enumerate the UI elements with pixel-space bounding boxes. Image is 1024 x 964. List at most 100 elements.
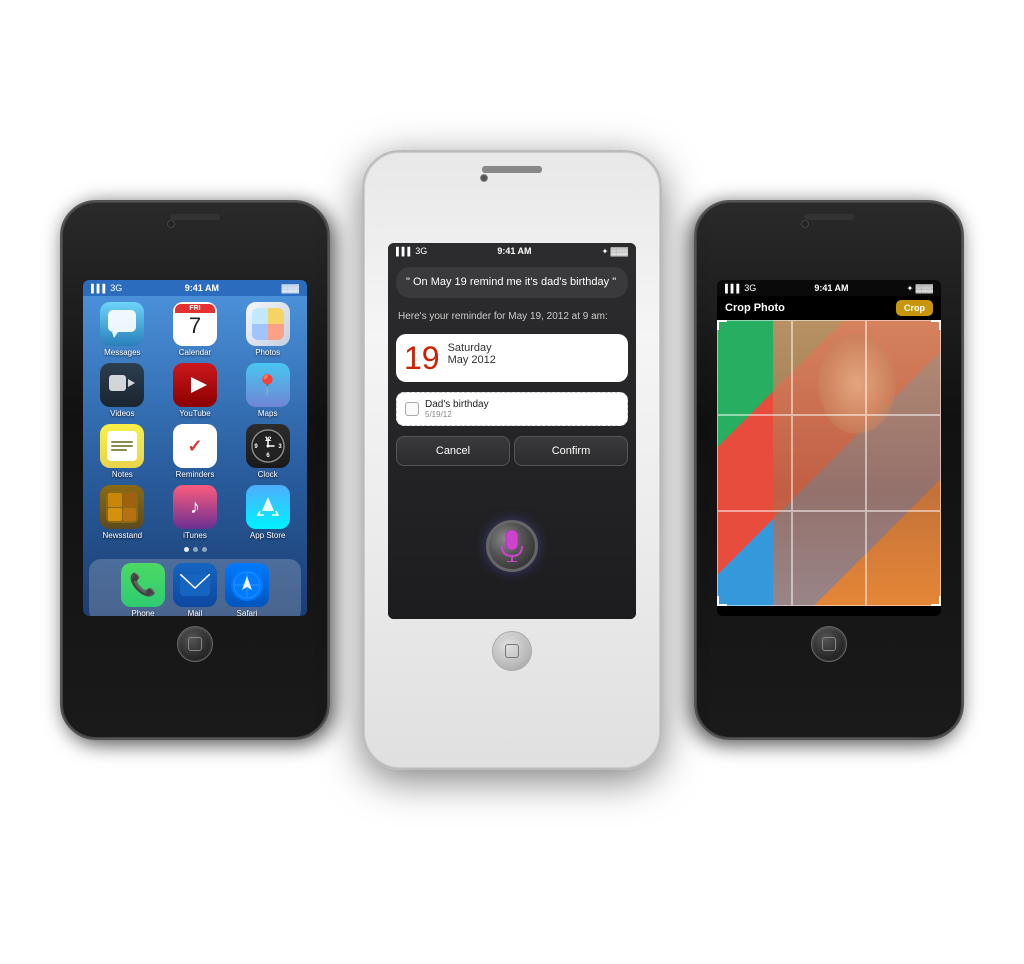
messages-icon: [100, 302, 144, 346]
safari-icon: [225, 563, 269, 607]
app-grid-row4: Newsstand ♪ iTunes: [85, 481, 305, 544]
home-button-center[interactable]: [492, 631, 532, 671]
phone-center: ▌▌▌ 3G 9:41 AM ✦ ▓▓▓ " On May 19 remind …: [362, 150, 662, 770]
dock-phone[interactable]: 📞 Phone: [121, 563, 165, 616]
screen-right: ▌▌▌ 3G 9:41 AM ✦ ▓▓▓ Crop Photo Crop: [717, 280, 941, 616]
status-bar-right: ▌▌▌ 3G 9:41 AM ✦ ▓▓▓: [717, 280, 941, 296]
crop-handle-bl[interactable]: [717, 596, 727, 606]
app-reminders[interactable]: ✓ Reminders: [162, 424, 229, 479]
app-clock[interactable]: 12 3 6 9 Clock: [234, 424, 301, 479]
battery-right: ✦ ▓▓▓: [907, 284, 933, 293]
reminder-date-short: 5/19/12: [425, 410, 489, 419]
page-dot-2: [193, 547, 198, 552]
dock-mail[interactable]: Mail: [173, 563, 217, 616]
app-appstore[interactable]: App Store: [234, 485, 301, 540]
app-newsstand[interactable]: Newsstand: [89, 485, 156, 540]
phone-right: ▌▌▌ 3G 9:41 AM ✦ ▓▓▓ Crop Photo Crop: [694, 200, 964, 740]
camera-center: [480, 174, 488, 182]
siri-screen: " On May 19 remind me it's dad's birthda…: [388, 259, 636, 619]
signal-left: ▌▌▌ 3G: [91, 283, 122, 293]
reminder-item: Dad's birthday 5/19/12: [396, 392, 628, 426]
phone-icon: 📞: [121, 563, 165, 607]
siri-user-bubble: " On May 19 remind me it's dad's birthda…: [396, 267, 628, 298]
confirm-button[interactable]: Confirm: [514, 436, 628, 466]
page-dots: [85, 544, 305, 555]
page-dot-3: [202, 547, 207, 552]
app-maps[interactable]: 📍 Maps: [234, 363, 301, 418]
app-itunes[interactable]: ♪ iTunes: [162, 485, 229, 540]
calendar-icon: FRI 7: [173, 302, 217, 346]
crop-handle-br[interactable]: [931, 596, 941, 606]
page-dot-1: [184, 547, 189, 552]
app-grid: Messages FRI 7 Calendar Photos: [85, 298, 305, 483]
siri-action-buttons: Cancel Confirm: [396, 436, 628, 466]
constrain-label: Constrain: [810, 615, 849, 616]
reminders-icon: ✓: [173, 424, 217, 468]
reminder-day: Saturday: [448, 342, 496, 354]
siri-mic-button[interactable]: [486, 520, 538, 572]
earpiece-center: [482, 166, 542, 173]
crop-footer: Constrain: [717, 606, 941, 616]
reminder-title: Dad's birthday: [425, 399, 489, 410]
itunes-icon: ♪: [173, 485, 217, 529]
dock-safari[interactable]: Safari: [225, 563, 269, 616]
dock: 📞 Phone Mail: [89, 559, 301, 616]
app-videos[interactable]: Videos: [89, 363, 156, 418]
time-left: 9:41 AM: [185, 283, 219, 293]
time-center: 9:41 AM: [497, 246, 531, 256]
crop-handle-tr[interactable]: [931, 320, 941, 330]
reminder-text-block: Dad's birthday 5/19/12: [425, 399, 489, 419]
crop-button[interactable]: Crop: [896, 300, 933, 316]
home-button-inner-left: [188, 637, 202, 651]
time-right: 9:41 AM: [814, 283, 848, 293]
earpiece-right: [804, 214, 854, 220]
signal-center: ▌▌▌ 3G: [396, 246, 427, 256]
youtube-icon: [173, 363, 217, 407]
notes-icon: [100, 424, 144, 468]
maps-icon: 📍: [246, 363, 290, 407]
earpiece-left: [170, 214, 220, 220]
crop-handle-tl[interactable]: [717, 320, 727, 330]
app-photos[interactable]: Photos: [234, 302, 301, 357]
app-messages[interactable]: Messages: [89, 302, 156, 357]
camera-right: [801, 220, 809, 228]
app-youtube[interactable]: YouTube: [162, 363, 229, 418]
crop-title: Crop Photo: [725, 302, 785, 314]
crop-photo-screen: Crop Photo Crop: [717, 296, 941, 616]
cancel-button[interactable]: Cancel: [396, 436, 510, 466]
app-calendar[interactable]: FRI 7 Calendar: [162, 302, 229, 357]
clock-icon: 12 3 6 9: [246, 424, 290, 468]
home-screen: Messages FRI 7 Calendar Photos: [83, 296, 307, 616]
battery-left: ▓▓▓: [282, 284, 300, 293]
photos-icon: [246, 302, 290, 346]
crop-image-area: [717, 320, 941, 606]
siri-response-text: Here's your reminder for May 19, 2012 at…: [396, 310, 628, 324]
signal-right: ▌▌▌ 3G: [725, 283, 756, 293]
reminder-checkbox: [405, 402, 419, 416]
reminder-date-info: Saturday May 2012: [448, 342, 496, 366]
screen-left: ▌▌▌ 3G 9:41 AM ▓▓▓ Messages: [83, 280, 307, 616]
camera-left: [167, 220, 175, 228]
videos-icon: [100, 363, 144, 407]
home-button-right[interactable]: [811, 626, 847, 662]
crop-photo: [717, 320, 941, 606]
phones-container: ▌▌▌ 3G 9:41 AM ▓▓▓ Messages: [0, 0, 1024, 964]
siri-mic-area: [388, 472, 636, 619]
status-bar-center: ▌▌▌ 3G 9:41 AM ✦ ▓▓▓: [388, 243, 636, 259]
crop-header: Crop Photo Crop: [717, 296, 941, 320]
reminder-card: 19 Saturday May 2012: [396, 334, 628, 382]
reminder-date-number: 19: [404, 342, 440, 374]
battery-center: ✦ ▓▓▓: [602, 247, 628, 256]
reminder-month: May 2012: [448, 354, 496, 366]
status-bar-left: ▌▌▌ 3G 9:41 AM ▓▓▓: [83, 280, 307, 296]
home-button-inner-center: [505, 644, 519, 658]
home-button-inner-right: [822, 637, 836, 651]
home-button-left[interactable]: [177, 626, 213, 662]
phone-left: ▌▌▌ 3G 9:41 AM ▓▓▓ Messages: [60, 200, 330, 740]
app-notes[interactable]: Notes: [89, 424, 156, 479]
screen-center: ▌▌▌ 3G 9:41 AM ✦ ▓▓▓ " On May 19 remind …: [388, 243, 636, 619]
mail-icon: [173, 563, 217, 607]
appstore-icon: [246, 485, 290, 529]
newsstand-icon: [100, 485, 144, 529]
crop-grid: [717, 320, 941, 606]
